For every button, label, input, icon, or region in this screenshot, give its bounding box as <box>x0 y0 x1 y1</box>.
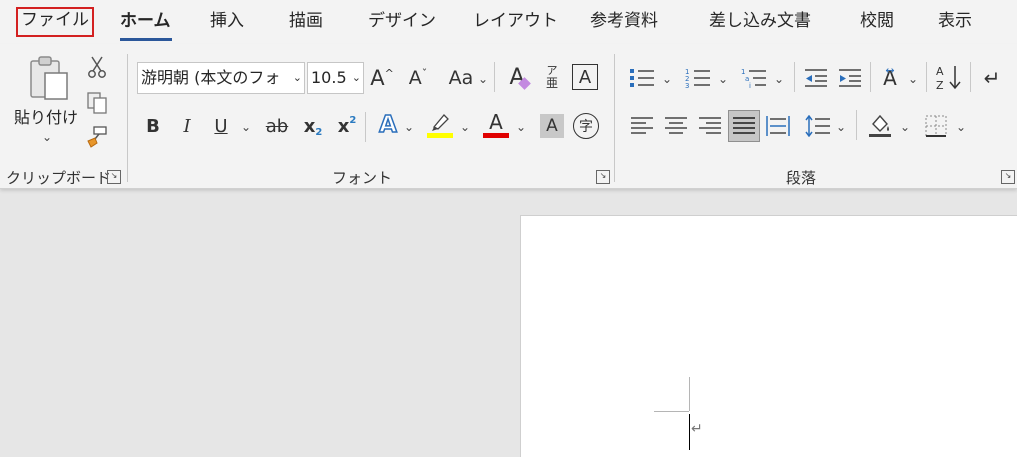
text-effects-chevron-down-icon[interactable]: ⌄ <box>404 120 414 134</box>
margin-mark-horizontal <box>654 411 689 412</box>
document-page[interactable] <box>520 215 1017 457</box>
underline-chevron-down-icon[interactable]: ⌄ <box>241 120 251 134</box>
font-name-combo[interactable]: 游明朝 (本文のフォ ⌄ <box>137 62 305 94</box>
character-shading-icon[interactable]: A <box>540 114 564 138</box>
asian-layout-chevron-down-icon[interactable]: ⌄ <box>908 72 918 86</box>
distributed-icon[interactable] <box>764 112 792 140</box>
font-name-chevron-down-icon[interactable]: ⌄ <box>293 63 302 93</box>
font-divider-2 <box>365 112 366 142</box>
tab-review[interactable]: 校閲 <box>860 8 894 34</box>
numbering-icon[interactable]: 123 <box>684 64 712 92</box>
character-border-icon[interactable]: A <box>572 64 598 90</box>
bullets-chevron-down-icon[interactable]: ⌄ <box>662 72 672 86</box>
font-size-value: 10.5 <box>311 68 347 87</box>
margin-mark-vertical <box>689 377 690 411</box>
borders-chevron-down-icon[interactable]: ⌄ <box>956 120 966 134</box>
font-divider <box>494 62 495 92</box>
tab-references[interactable]: 参考資料 <box>590 8 658 34</box>
svg-text:A: A <box>936 65 944 78</box>
cut-icon[interactable] <box>86 54 108 80</box>
change-case-icon[interactable]: Aa <box>444 64 478 92</box>
justify-icon[interactable] <box>728 110 760 142</box>
text-cursor <box>689 414 690 450</box>
subscript-icon[interactable]: x2 <box>300 112 326 140</box>
font-size-chevron-down-icon[interactable]: ⌄ <box>352 63 361 93</box>
font-color-chevron-down-icon[interactable]: ⌄ <box>516 120 526 134</box>
highlight-chevron-down-icon[interactable]: ⌄ <box>460 120 470 134</box>
paragraph-mark-icon: ↵ <box>691 421 703 437</box>
svg-text:3: 3 <box>685 82 689 89</box>
font-group-label: フォント <box>332 169 393 187</box>
paragraph-divider <box>794 62 795 92</box>
font-name-value: 游明朝 (本文のフォ <box>141 68 281 87</box>
tab-mailings[interactable]: 差し込み文書 <box>709 8 811 34</box>
italic-icon[interactable]: I <box>176 112 198 140</box>
paragraph-group-label: 段落 <box>786 169 817 187</box>
paragraph-divider-3 <box>926 62 927 92</box>
grow-font-icon[interactable]: A ^ <box>368 64 396 92</box>
paragraph-divider-5 <box>856 110 857 140</box>
tab-layout[interactable]: レイアウト <box>473 8 558 34</box>
paste-chevron-down-icon[interactable]: ⌄ <box>42 130 52 144</box>
sort-icon[interactable]: A Z <box>934 62 964 92</box>
ribbon-tab-bar: ファイル ホーム 挿入 描画 デザイン レイアウト 参考資料 差し込み文書 校閲… <box>0 0 1017 44</box>
asian-layout-icon[interactable]: A ↔ <box>876 64 904 92</box>
line-spacing-chevron-down-icon[interactable]: ⌄ <box>836 120 846 134</box>
clear-formatting-icon[interactable]: A <box>502 62 532 92</box>
highlight-icon[interactable] <box>426 110 454 134</box>
center-icon[interactable] <box>662 112 690 140</box>
clipboard-group-label: クリップボード <box>6 169 112 187</box>
group-divider <box>127 54 128 182</box>
bullets-icon[interactable] <box>628 64 656 92</box>
paragraph-divider-4 <box>970 62 971 92</box>
shrink-font-icon[interactable]: Aˇ <box>404 64 432 92</box>
decrease-indent-icon[interactable] <box>802 64 830 92</box>
tab-view[interactable]: 表示 <box>938 8 972 34</box>
highlight-color-bar <box>427 133 453 138</box>
svg-text:i: i <box>749 82 751 89</box>
paste-icon[interactable] <box>26 54 72 104</box>
font-size-combo[interactable]: 10.5 ⌄ <box>307 62 364 94</box>
paragraph-divider-2 <box>870 62 871 92</box>
group-divider-2 <box>614 54 615 182</box>
font-color-icon[interactable]: A <box>482 110 510 134</box>
bold-icon[interactable]: B <box>142 112 164 140</box>
shading-chevron-down-icon[interactable]: ⌄ <box>900 120 910 134</box>
text-effects-icon[interactable]: A <box>374 110 402 140</box>
superscript-icon[interactable]: x2 <box>334 112 360 140</box>
change-case-label: Aa <box>448 67 474 89</box>
enclose-characters-icon[interactable]: 字 <box>573 113 599 139</box>
clipboard-launcher-icon[interactable]: ↘ <box>107 170 121 184</box>
paragraph-launcher-icon[interactable]: ↘ <box>1001 170 1015 184</box>
show-hide-icon[interactable]: ↵ <box>978 64 1006 92</box>
active-tab-indicator <box>120 38 172 41</box>
change-case-chevron-down-icon[interactable]: ⌄ <box>478 72 488 86</box>
align-right-icon[interactable] <box>696 112 724 140</box>
svg-text:Z: Z <box>936 79 944 91</box>
align-left-icon[interactable] <box>628 112 656 140</box>
tab-insert[interactable]: 挿入 <box>210 8 244 34</box>
shading-icon[interactable] <box>866 110 894 140</box>
tab-file[interactable]: ファイル <box>16 7 94 37</box>
multilevel-list-chevron-down-icon[interactable]: ⌄ <box>774 72 784 86</box>
format-painter-icon[interactable] <box>84 124 110 150</box>
multilevel-list-icon[interactable]: 1ai <box>740 64 768 92</box>
font-launcher-icon[interactable]: ↘ <box>596 170 610 184</box>
line-spacing-icon[interactable] <box>804 112 832 140</box>
borders-icon[interactable] <box>922 112 950 140</box>
tab-design[interactable]: デザイン <box>368 8 436 34</box>
strikethrough-icon[interactable]: ab <box>262 112 292 140</box>
underline-icon[interactable]: U <box>210 112 232 140</box>
tab-home[interactable]: ホーム <box>120 8 171 34</box>
tab-draw[interactable]: 描画 <box>289 8 323 34</box>
increase-indent-icon[interactable] <box>836 64 864 92</box>
phonetic-guide-icon[interactable]: ア亜 <box>540 62 564 92</box>
copy-icon[interactable] <box>84 90 110 116</box>
font-color-bar <box>483 133 509 138</box>
numbering-chevron-down-icon[interactable]: ⌄ <box>718 72 728 86</box>
paste-button[interactable]: 貼り付け <box>14 104 78 128</box>
